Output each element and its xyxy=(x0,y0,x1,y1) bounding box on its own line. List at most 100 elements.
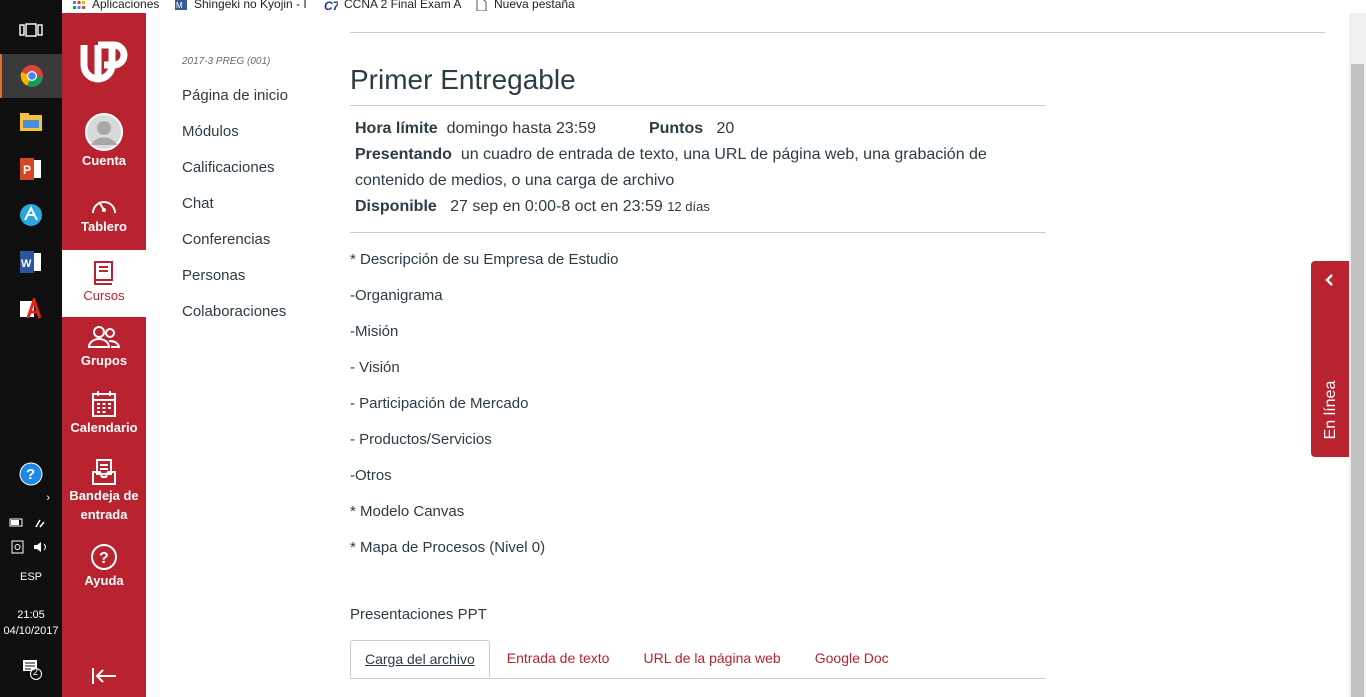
available-label: Disponible xyxy=(355,198,437,215)
notification-count: 2 xyxy=(33,667,39,677)
nav-account-label: Cuenta xyxy=(81,153,127,168)
due-row: Hora límite domingo hasta 23:59 Puntos 2… xyxy=(355,116,1041,142)
course-nav-grades[interactable]: Calificaciones xyxy=(182,158,332,194)
site-icon: M xyxy=(175,0,187,10)
app-star-icon[interactable] xyxy=(0,193,62,237)
assignment-details: Hora límite domingo hasta 23:59 Puntos 2… xyxy=(350,106,1046,233)
word-icon[interactable]: W xyxy=(0,240,62,284)
due-value: domingo hasta 23:59 xyxy=(446,120,597,137)
action-center-icon[interactable]: 2 xyxy=(0,658,62,683)
bookmark-label: Nueva pestaña xyxy=(494,0,575,11)
chat-panel-toggle[interactable]: En línea xyxy=(1311,261,1349,457)
bookmark-label: Aplicaciones xyxy=(92,0,160,11)
submission-heading: Presentaciones PPT xyxy=(350,606,487,623)
submission-tabs: Carga del archivo Entrada de texto URL d… xyxy=(350,640,1046,679)
bookmarks-bar: Aplicaciones M Shingeki no Kyojin - I C7… xyxy=(62,0,1366,13)
nav-courses[interactable]: Cursos xyxy=(62,250,146,317)
chevron-left-icon xyxy=(1311,273,1349,291)
description-line: - Participación de Mercado xyxy=(350,395,529,412)
submitting-label: Presentando xyxy=(355,146,452,163)
apps-grid-icon xyxy=(73,0,85,9)
bookmark-label: Shingeki no Kyojin - I xyxy=(194,0,307,11)
dashboard-gauge-icon xyxy=(92,201,116,214)
powerpoint-icon[interactable]: P xyxy=(0,147,62,191)
nav-inbox-label-line2: entrada xyxy=(80,507,128,522)
svg-text:?: ? xyxy=(99,550,109,567)
course-nav-modules[interactable]: Módulos xyxy=(182,122,332,158)
course-nav-conferences[interactable]: Conferencias xyxy=(182,230,332,266)
help-icon[interactable]: ? xyxy=(0,452,62,496)
available-row: Disponible 27 sep en 0:00-8 oct en 23:59… xyxy=(355,194,1041,220)
nav-calendar[interactable]: Calendario xyxy=(62,390,146,450)
assignment-content: Primer Entregable Hora límite domingo ha… xyxy=(350,64,1050,679)
page-scrollbar-thumb[interactable] xyxy=(1351,64,1364,697)
description-line: * Mapa de Procesos (Nivel 0) xyxy=(350,539,546,556)
university-logo-icon xyxy=(80,41,128,83)
tab-file-upload[interactable]: Carga del archivo xyxy=(350,640,490,678)
inbox-icon xyxy=(92,459,116,485)
nav-groups[interactable]: Grupos xyxy=(62,325,146,385)
nav-inbox-label-line1: Bandeja de xyxy=(69,488,139,503)
collapse-nav-button[interactable] xyxy=(62,666,146,692)
nav-dashboard[interactable]: Tablero xyxy=(62,193,146,253)
site-icon: C7 xyxy=(324,0,338,11)
svg-text:C7: C7 xyxy=(324,0,338,11)
nav-calendar-label: Calendario xyxy=(70,420,138,435)
svg-text:M: M xyxy=(176,1,183,10)
description-line: - Productos/Servicios xyxy=(350,431,492,448)
nav-courses-label: Cursos xyxy=(83,288,125,303)
points-value: 20 xyxy=(716,120,735,137)
tab-text-entry[interactable]: Entrada de texto xyxy=(490,640,627,678)
course-nav-collaborations[interactable]: Colaboraciones xyxy=(182,302,332,338)
nav-dashboard-label: Tablero xyxy=(81,219,127,234)
page-icon xyxy=(476,0,487,11)
groups-people-icon xyxy=(87,326,121,348)
nav-account[interactable]: Cuenta xyxy=(62,113,146,177)
tab-website-url[interactable]: URL de la página web xyxy=(626,640,797,678)
bookmark-shingeki[interactable]: M Shingeki no Kyojin - I xyxy=(174,0,307,11)
assignment-title: Primer Entregable xyxy=(350,64,1046,106)
description-line: -Otros xyxy=(350,467,392,484)
due-label: Hora límite xyxy=(355,120,438,137)
header-divider xyxy=(350,32,1325,33)
courses-book-icon xyxy=(94,261,113,285)
available-value: 27 sep en 0:00-8 oct en 23:59 xyxy=(450,198,663,215)
submitting-row: Presentando un cuadro de entrada de text… xyxy=(355,142,1041,194)
course-nav-people[interactable]: Personas xyxy=(182,266,332,302)
language-indicator[interactable]: ESP xyxy=(0,571,62,583)
calendar-icon xyxy=(92,391,116,417)
svg-text:W: W xyxy=(21,258,32,270)
collapse-arrow-icon xyxy=(92,668,116,684)
avatar xyxy=(85,113,123,151)
description-line: - Visión xyxy=(350,359,400,376)
clock-time[interactable]: 21:05 xyxy=(0,609,62,621)
help-circle-icon: ? xyxy=(91,544,117,570)
chrome-icon[interactable] xyxy=(0,54,62,98)
global-navigation: Cuenta Tablero Cursos Grupos Calendario … xyxy=(62,13,146,697)
nav-inbox[interactable]: Bandeja de entrada xyxy=(62,458,146,530)
course-nav-home[interactable]: Página de inicio xyxy=(182,86,332,122)
nav-groups-label: Grupos xyxy=(80,353,128,368)
tab-google-doc[interactable]: Google Doc xyxy=(798,640,906,678)
tray-network-battery-icons[interactable] xyxy=(0,516,62,533)
tray-volume-icon[interactable] xyxy=(0,540,62,557)
term-breadcrumb[interactable]: 2017-3 PREG (001) xyxy=(182,56,332,67)
chat-online-label: En línea xyxy=(1322,380,1339,440)
assignment-description: * Descripción de su Empresa de Estudio -… xyxy=(350,250,1050,574)
bookmark-label: CCNA 2 Final Exam A xyxy=(344,0,462,11)
course-navigation: 2017-3 PREG (001) Página de inicio Módul… xyxy=(182,56,332,338)
bookmark-apps[interactable]: Aplicaciones xyxy=(72,0,159,11)
task-view-icon[interactable] xyxy=(0,8,62,52)
brand-logo[interactable] xyxy=(62,35,146,95)
file-explorer-icon[interactable] xyxy=(0,100,62,144)
svg-text:?: ? xyxy=(26,466,35,483)
svg-text:P: P xyxy=(23,163,31,177)
tray-chevron-icon[interactable]: › xyxy=(0,492,62,504)
windows-taskbar: P W ? › ESP 21:05 04/10/2017 2 xyxy=(0,0,62,697)
course-nav-chat[interactable]: Chat xyxy=(182,194,332,230)
nav-help[interactable]: ? Ayuda xyxy=(62,543,146,603)
clock-date[interactable]: 04/10/2017 xyxy=(0,625,62,637)
bookmark-new-tab[interactable]: Nueva pestaña xyxy=(474,0,575,11)
acrobat-icon[interactable] xyxy=(0,287,62,331)
bookmark-ccna[interactable]: C7 CCNA 2 Final Exam A xyxy=(324,0,461,11)
